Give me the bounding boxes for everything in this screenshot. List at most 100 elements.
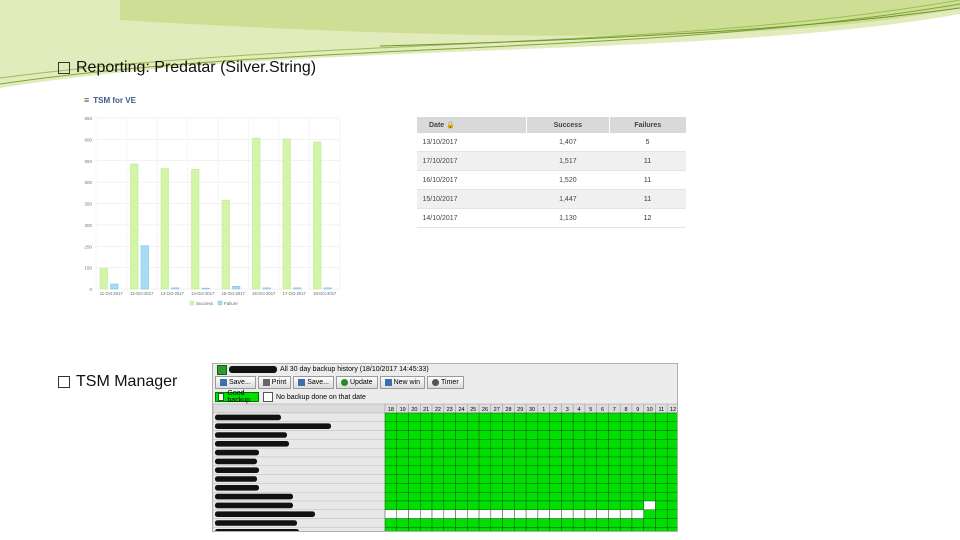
cell-date: 17/10/2017 xyxy=(416,151,527,171)
good-backup-cell xyxy=(655,439,668,449)
good-backup-cell xyxy=(572,483,586,493)
legend-none-swatch-icon xyxy=(263,392,273,402)
good-backup-cell xyxy=(561,500,574,511)
day-header-label: 29 xyxy=(517,407,523,413)
day-header-label: 23 xyxy=(447,407,453,413)
table-row[interactable]: 17/10/2017 1,517 11 xyxy=(416,151,686,171)
x-tick-label: 14-Oct-2017 xyxy=(191,291,215,296)
bar-failure xyxy=(293,287,302,290)
good-backup-cell xyxy=(561,527,574,531)
good-backup-cell xyxy=(455,447,468,458)
good-backup-cell xyxy=(420,439,433,449)
hamburger-menu-icon[interactable]: ≡ xyxy=(84,95,89,105)
cell-date: 16/10/2017 xyxy=(416,170,527,190)
table-row[interactable]: 15/10/2017 1,447 11 xyxy=(416,189,686,209)
no-backup-cell xyxy=(596,509,609,519)
good-backup-cell xyxy=(467,412,480,423)
good-backup-cell xyxy=(561,465,574,475)
good-backup-cell xyxy=(596,500,609,511)
good-backup-cell xyxy=(549,527,562,531)
good-backup-cell xyxy=(467,430,480,440)
good-backup-cell xyxy=(467,465,480,475)
good-backup-cell xyxy=(490,500,503,511)
toolbar-button-timer[interactable]: Timer xyxy=(427,376,464,389)
good-backup-cell xyxy=(384,518,398,528)
redacted-node-name xyxy=(215,529,299,531)
good-backup-cell xyxy=(596,465,609,475)
good-backup-cell xyxy=(584,483,597,493)
good-backup-cell xyxy=(608,412,621,423)
good-backup-cell xyxy=(490,421,503,431)
good-backup-cell xyxy=(561,439,574,449)
toolbar-button-update[interactable]: Update xyxy=(336,376,378,389)
toolbar-button-label: Save... xyxy=(307,379,329,386)
good-backup-cell xyxy=(619,439,633,449)
no-backup-cell xyxy=(455,509,468,519)
no-backup-cell xyxy=(549,509,562,519)
good-backup-cell xyxy=(420,518,433,528)
col-success-header[interactable]: Success xyxy=(526,117,610,133)
good-backup-cell xyxy=(584,474,597,484)
good-backup-cell xyxy=(384,430,398,440)
good-backup-cell xyxy=(420,474,433,484)
good-backup-cell xyxy=(455,474,468,484)
bullet-box-icon xyxy=(58,376,70,388)
day-header-label: 12 xyxy=(670,407,676,413)
bar-failure xyxy=(140,245,149,290)
good-backup-cell xyxy=(443,474,456,484)
good-backup-cell xyxy=(631,500,644,511)
bullet-tsm-manager: TSM Manager xyxy=(58,373,177,391)
good-backup-cell xyxy=(537,421,550,431)
y-tick-label: 300 xyxy=(84,223,92,228)
good-backup-cell xyxy=(396,491,409,502)
toolbar-button-new-win[interactable]: New win xyxy=(379,376,426,389)
toolbar-button-print[interactable]: Print xyxy=(257,376,292,389)
table-row[interactable]: 14/10/2017 1,130 12 xyxy=(416,208,686,228)
good-backup-cell xyxy=(384,412,398,423)
toolbar-button-save[interactable]: Save... xyxy=(215,376,256,389)
toolbar-button-save[interactable]: Save... xyxy=(293,376,334,389)
legend-success-label: Success xyxy=(196,301,214,306)
good-backup-cell xyxy=(561,421,574,431)
good-backup-cell xyxy=(631,421,644,431)
table-row[interactable]: 13/10/2017 1,407 5 xyxy=(416,133,686,152)
day-header-label: 21 xyxy=(423,407,429,413)
good-backup-cell xyxy=(455,421,468,431)
bar-failure xyxy=(201,287,210,290)
lock-icon: 🔒 xyxy=(446,122,455,129)
good-backup-cell xyxy=(608,421,621,431)
day-header-label: 19 xyxy=(400,407,406,413)
good-backup-cell xyxy=(502,447,515,458)
good-backup-cell xyxy=(384,491,398,502)
good-backup-cell xyxy=(478,456,492,467)
good-backup-cell xyxy=(608,500,621,511)
day-header-label: 10 xyxy=(647,407,653,413)
good-backup-cell xyxy=(549,483,562,493)
bar-success xyxy=(221,199,230,290)
x-tick-label: 17-Oct-2017 xyxy=(283,291,307,296)
y-tick-label: 350 xyxy=(84,202,92,207)
good-backup-cell xyxy=(608,430,621,440)
col-failures-header[interactable]: Failures xyxy=(608,117,686,133)
good-backup-cell xyxy=(408,421,421,431)
no-backup-cell xyxy=(608,509,621,519)
table-row[interactable]: 16/10/2017 1,520 11 xyxy=(416,170,686,190)
y-tick-label: 250 xyxy=(84,244,92,249)
good-backup-cell xyxy=(514,491,527,502)
no-backup-cell xyxy=(408,509,421,519)
clock-icon xyxy=(432,379,440,386)
no-backup-cell xyxy=(525,509,539,519)
good-backup-cell xyxy=(431,430,445,440)
legend-failure-label: Failure xyxy=(224,301,238,306)
good-backup-cell xyxy=(396,430,409,440)
good-backup-cell xyxy=(490,483,503,493)
col-date-header[interactable]: Date 🔒 xyxy=(415,117,527,133)
good-backup-cell xyxy=(384,439,398,449)
good-backup-cell xyxy=(643,465,656,475)
good-backup-cell xyxy=(525,465,539,475)
good-backup-cell xyxy=(443,465,456,475)
good-backup-cell xyxy=(596,412,609,423)
good-backup-cell xyxy=(396,518,409,528)
good-backup-cell xyxy=(420,465,433,475)
header-decoration xyxy=(0,0,960,88)
